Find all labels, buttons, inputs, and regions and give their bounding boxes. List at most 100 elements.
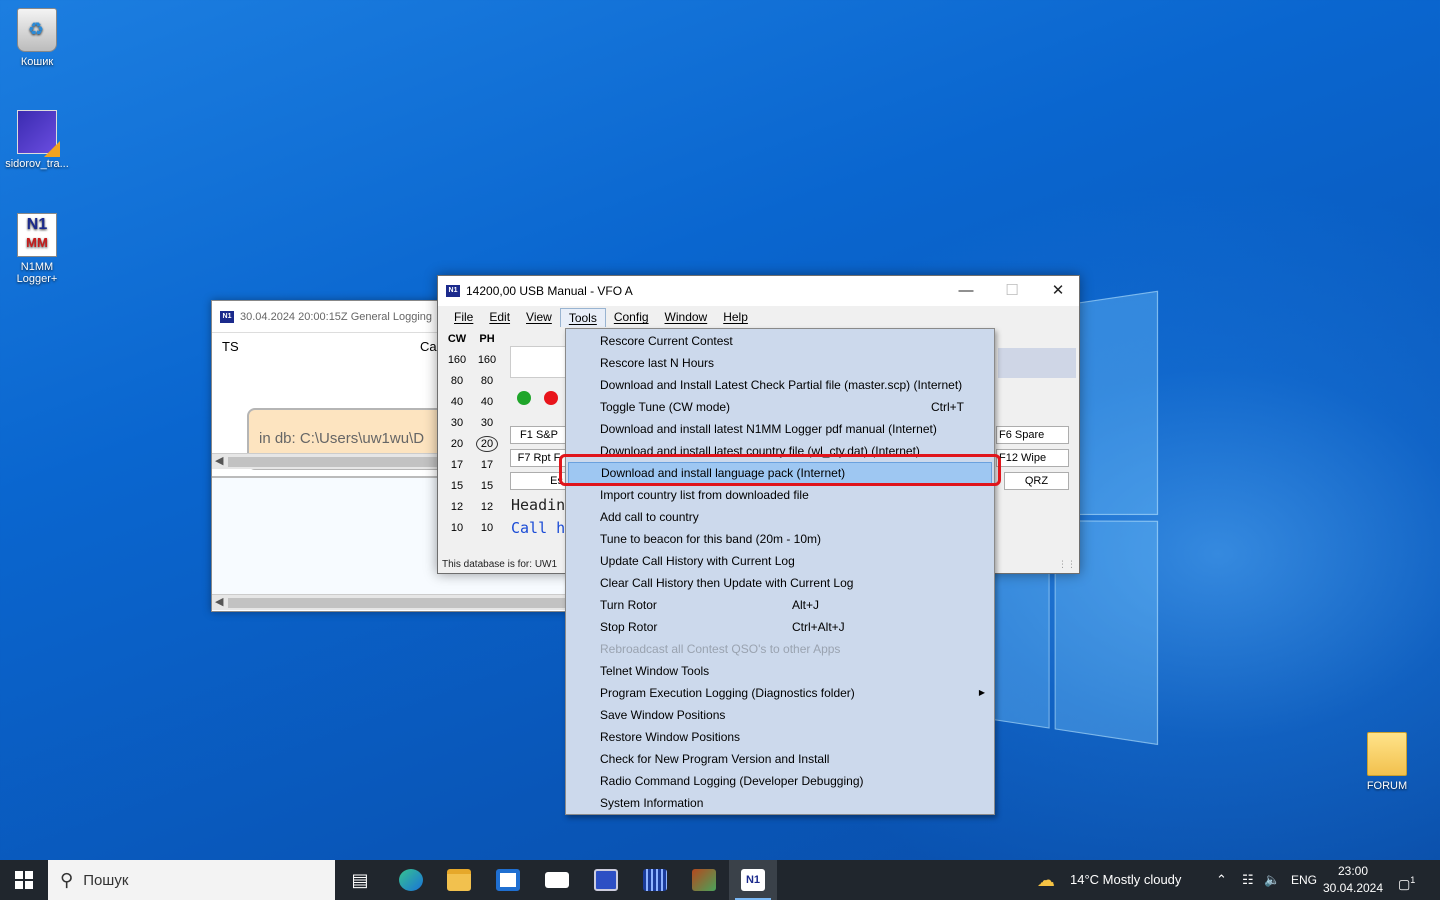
menu-item-label: Download and install latest N1MM Logger … <box>600 422 937 436</box>
band-ph-40[interactable]: 40 <box>472 396 502 408</box>
band-ph-80[interactable]: 80 <box>472 375 502 387</box>
menu-item-rescore-contest[interactable]: Rescore Current Contest <box>566 330 994 352</box>
desktop-icon-n1mm[interactable]: N1 MM N1MM Logger+ <box>0 213 74 285</box>
grid-app-icon[interactable] <box>631 860 679 900</box>
band-ph-160[interactable]: 160 <box>472 354 502 366</box>
close-icon[interactable]: ✕ <box>1035 276 1081 306</box>
n1mm-taskbar-icon[interactable]: N1 <box>729 860 777 900</box>
n1mm-app-icon: N1 <box>446 285 460 297</box>
f6-button[interactable]: F6 Spare <box>996 426 1069 444</box>
band-cw-160[interactable]: 160 <box>442 354 472 366</box>
column-call[interactable]: Ca <box>420 339 437 354</box>
desktop-icon-label: Кошик <box>20 56 54 68</box>
band-ph-10[interactable]: 10 <box>472 522 502 534</box>
menu-item-label: Download and Install Latest Check Partia… <box>600 378 963 392</box>
menu-tools[interactable]: Tools <box>559 307 606 327</box>
notifications-icon[interactable]: ▢1 <box>1398 860 1415 900</box>
store-icon[interactable] <box>484 860 532 900</box>
callsign-input[interactable] <box>510 346 570 378</box>
menu-item-label: Clear Call History then Update with Curr… <box>600 576 854 590</box>
f1-button[interactable]: F1 S&P <box>510 426 568 444</box>
column-ts[interactable]: TS <box>222 339 239 354</box>
menu-item-label: Program Execution Logging (Diagnostics f… <box>600 686 855 700</box>
status-bar: This database is for: UW1 <box>442 559 558 570</box>
menu-item-tune-beacon[interactable]: Tune to beacon for this band (20m - 10m) <box>566 528 994 550</box>
highlight-annotation-box <box>559 454 1001 486</box>
qrz-button[interactable]: QRZ <box>1004 472 1069 490</box>
band-ph-15[interactable]: 15 <box>472 480 502 492</box>
band-cw-17[interactable]: 17 <box>442 459 472 471</box>
clock[interactable]: 23:00 30.04.2024 <box>1320 863 1386 897</box>
menu-file[interactable]: File <box>446 308 481 326</box>
menu-help[interactable]: Help <box>715 308 756 326</box>
exchange-field[interactable] <box>998 348 1076 378</box>
desktop-icon-recycle-bin[interactable]: Кошик <box>0 8 74 68</box>
band-cw-80[interactable]: 80 <box>442 375 472 387</box>
menu-item-telnet-tools[interactable]: Telnet Window Tools <box>566 660 994 682</box>
menu-item-download-manual[interactable]: Download and install latest N1MM Logger … <box>566 418 994 440</box>
scroll-left-icon[interactable]: ◀ <box>215 595 223 608</box>
menu-item-save-window-positions[interactable]: Save Window Positions <box>566 704 994 726</box>
menu-window[interactable]: Window <box>657 308 716 326</box>
scroll-left-icon[interactable]: ◀ <box>215 454 223 467</box>
desktop-icon-label: sidorov_tra... <box>5 158 69 170</box>
windows-logo-icon <box>15 871 33 889</box>
save-app-icon[interactable] <box>582 860 630 900</box>
menu-view[interactable]: View <box>518 308 560 326</box>
menu-item-clear-call-history[interactable]: Clear Call History then Update with Curr… <box>566 572 994 594</box>
menu-item-label: Save Window Positions <box>600 708 726 722</box>
mixed-app-icon[interactable] <box>680 860 728 900</box>
mail-icon[interactable] <box>533 860 581 900</box>
menu-item-download-master-scp[interactable]: Download and Install Latest Check Partia… <box>566 374 994 396</box>
band-ph-30[interactable]: 30 <box>472 417 502 429</box>
file-explorer-icon[interactable] <box>435 860 483 900</box>
menu-item-radio-command-logging[interactable]: Radio Command Logging (Developer Debuggi… <box>566 770 994 792</box>
speaker-icon[interactable]: 🔈 <box>1264 860 1280 900</box>
menu-item-toggle-tune[interactable]: Toggle Tune (CW mode) Ctrl+T <box>566 396 994 418</box>
menu-item-check-new-version[interactable]: Check for New Program Version and Instal… <box>566 748 994 770</box>
band-cw-20[interactable]: 20 <box>442 438 472 450</box>
wifi-icon[interactable]: ☷ <box>1242 860 1254 900</box>
band-ph-17[interactable]: 17 <box>472 459 502 471</box>
tools-menu: Rescore Current Contest Rescore last N H… <box>565 328 995 815</box>
maximize-icon[interactable]: ☐ <box>989 276 1035 306</box>
menu-item-add-call-to-country[interactable]: Add call to country <box>566 506 994 528</box>
menu-item-turn-rotor[interactable]: Turn Rotor Alt+J <box>566 594 994 616</box>
menu-item-label: Update Call History with Current Log <box>600 554 795 568</box>
menu-item-import-country-list[interactable]: Import country list from downloaded file <box>566 484 994 506</box>
band-header-ph: PH <box>479 332 495 345</box>
menu-item-program-execution-logging[interactable]: Program Execution Logging (Diagnostics f… <box>566 682 994 704</box>
edge-icon[interactable] <box>387 860 435 900</box>
menu-config[interactable]: Config <box>606 308 657 326</box>
desktop-icon-sidorov[interactable]: sidorov_tra... <box>0 110 74 170</box>
f12-button[interactable]: F12 Wipe <box>996 449 1069 467</box>
menu-edit[interactable]: Edit <box>481 308 518 326</box>
menu-item-label: Add call to country <box>600 510 699 524</box>
menu-item-stop-rotor[interactable]: Stop Rotor Ctrl+Alt+J <box>566 616 994 638</box>
start-button[interactable] <box>0 860 48 900</box>
menu-item-label: Stop Rotor <box>600 620 658 634</box>
band-cw-40[interactable]: 40 <box>442 396 472 408</box>
menu-item-rescore-hours[interactable]: Rescore last N Hours <box>566 352 994 374</box>
menu-item-system-information[interactable]: System Information <box>566 792 994 814</box>
band-ph-20-selected[interactable]: 20 <box>476 435 498 452</box>
band-cw-15[interactable]: 15 <box>442 480 472 492</box>
resize-grip-icon[interactable]: ⋮⋮ <box>1058 559 1076 570</box>
task-view-icon[interactable]: ▤ <box>336 860 384 900</box>
band-ph-12[interactable]: 12 <box>472 501 502 513</box>
desktop-icon-forum[interactable]: FORUM <box>1350 732 1424 792</box>
chevron-up-icon[interactable]: ⌃ <box>1216 860 1227 900</box>
band-cw-10[interactable]: 10 <box>442 522 472 534</box>
heading-label: Headin <box>511 496 566 514</box>
minimize-icon[interactable]: — <box>943 276 989 306</box>
menu-item-restore-window-positions[interactable]: Restore Window Positions <box>566 726 994 748</box>
band-cw-12[interactable]: 12 <box>442 501 472 513</box>
menu-item-label: Rescore Current Contest <box>600 334 733 348</box>
band-cw-30[interactable]: 30 <box>442 417 472 429</box>
weather-icon[interactable]: ☁ <box>1037 860 1055 900</box>
weather-text[interactable]: 14°C Mostly cloudy <box>1070 860 1181 900</box>
language-indicator[interactable]: ENG <box>1291 860 1317 900</box>
taskbar-search[interactable]: ⚲ Пошук <box>48 860 335 900</box>
horizontal-scrollbar-bottom[interactable]: ◀ <box>212 594 570 610</box>
menu-item-update-call-history[interactable]: Update Call History with Current Log <box>566 550 994 572</box>
